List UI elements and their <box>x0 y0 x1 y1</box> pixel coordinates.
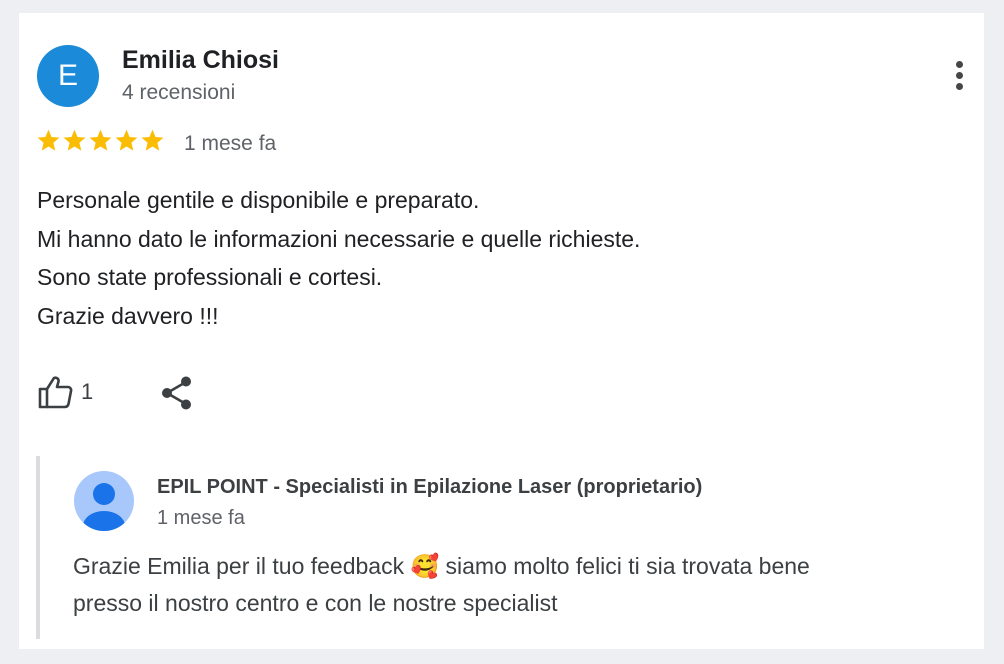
more-options-button[interactable] <box>941 57 977 93</box>
more-vert-icon <box>955 60 963 90</box>
review-text-line: Mi hanno dato le informazioni necessarie… <box>37 225 641 252</box>
star-icon <box>37 129 60 151</box>
owner-name[interactable]: EPIL POINT - Specialisti in Epilazione L… <box>157 476 702 499</box>
owner-reply: EPIL POINT - Specialisti in Epilazione L… <box>36 456 970 639</box>
star-icon <box>141 129 164 151</box>
star-icon <box>63 129 86 151</box>
reviewer-initial: E <box>57 59 78 92</box>
share-icon <box>162 376 191 410</box>
reviewer-name[interactable]: Emilia Chiosi <box>122 46 279 75</box>
reply-text-line: presso il nostro centro e con le nostre … <box>73 590 558 616</box>
star-icon <box>89 129 112 151</box>
review-text-line: Personale gentile e disponibile e prepar… <box>37 187 480 213</box>
star-rating <box>36 128 165 153</box>
review-text-line: Grazie davvero !!! <box>37 302 219 329</box>
review-text-line: Sono state professionali e cortesi. <box>37 264 383 290</box>
reply-text-line: Grazie Emilia per il tuo feedback 🥰 siam… <box>73 553 810 579</box>
share-button[interactable] <box>159 375 195 411</box>
like-count: 1 <box>81 379 94 404</box>
review-card: E Emilia Chiosi 4 recensioni 1 mese fa P… <box>19 13 984 649</box>
review-text: Personale gentile e disponibile e prepar… <box>37 181 957 335</box>
review-date: 1 mese fa <box>184 132 277 155</box>
star-icon <box>115 129 138 151</box>
thumb-up-outline-icon <box>38 376 73 409</box>
reviewer-avatar[interactable]: E <box>37 45 99 107</box>
reviewer-review-count: 4 recensioni <box>122 81 236 104</box>
reply-date: 1 mese fa <box>157 507 245 529</box>
owner-avatar-icon <box>74 471 134 531</box>
like-button[interactable]: 1 <box>37 373 93 411</box>
reply-text: Grazie Emilia per il tuo feedback 🥰 siam… <box>73 548 953 622</box>
